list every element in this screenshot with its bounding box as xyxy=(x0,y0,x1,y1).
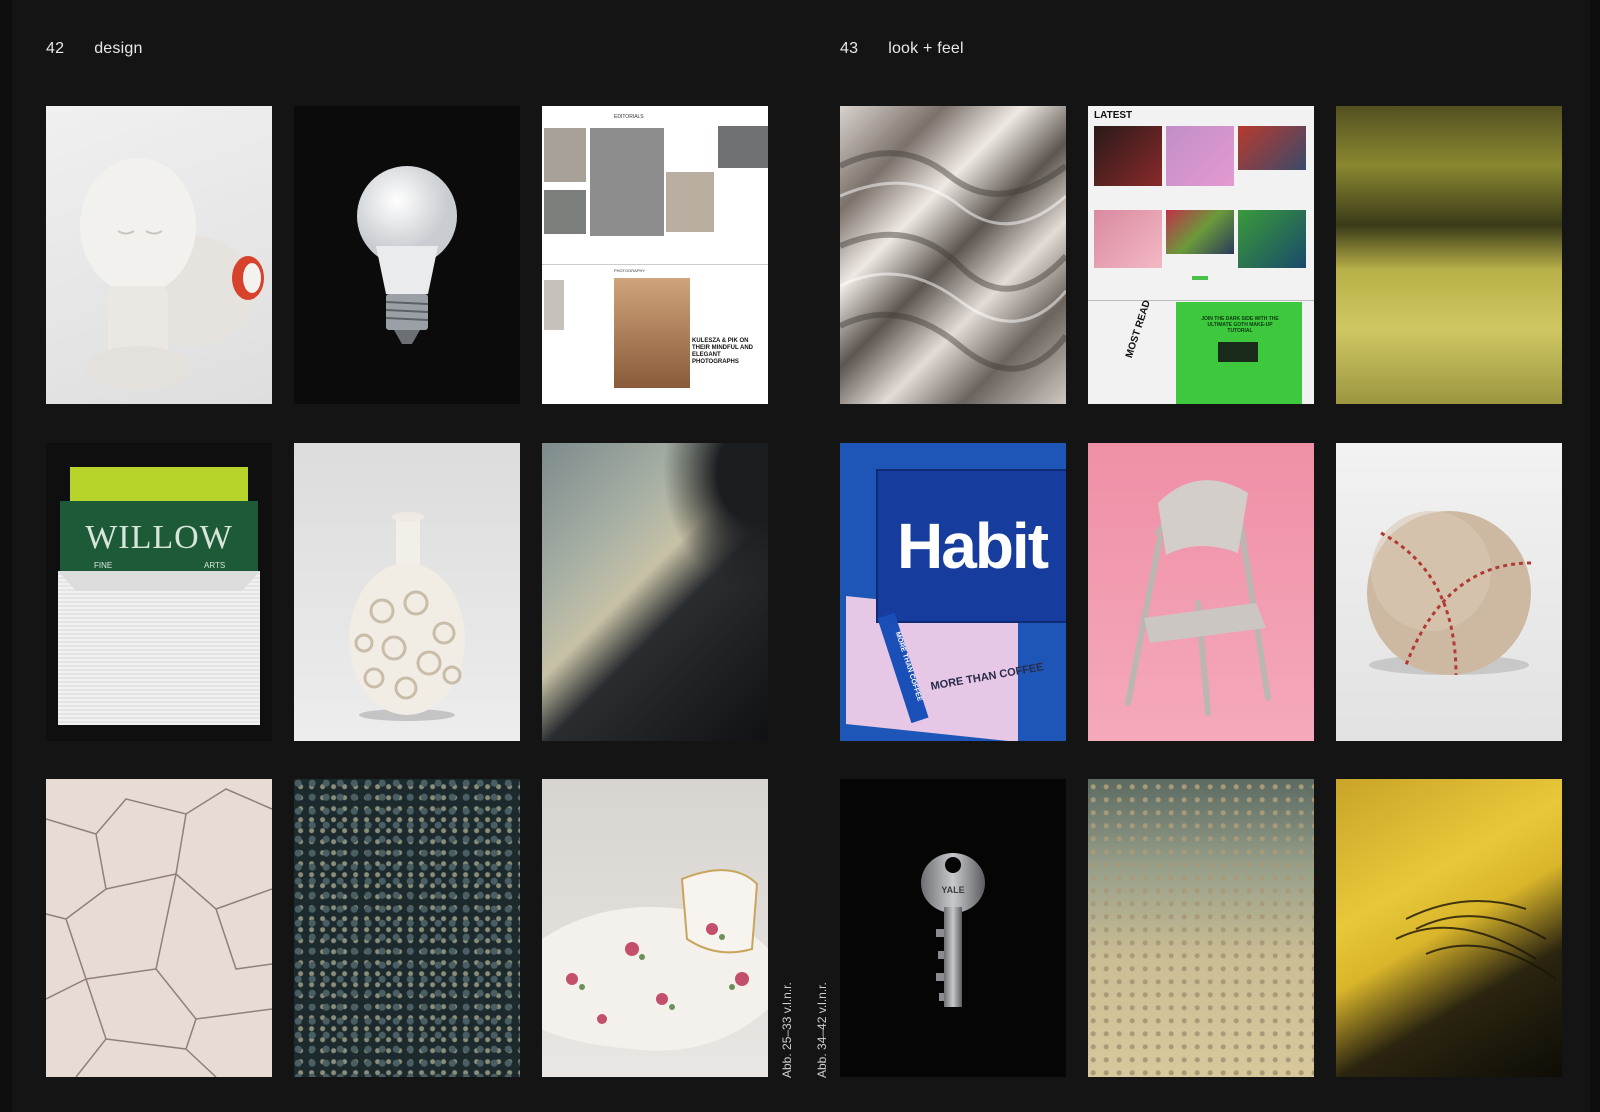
layout-photo xyxy=(590,128,664,236)
image-habit-coffee-box: Habit MORE THAN COFFEE MORE THAN COFFEE xyxy=(840,443,1066,741)
image-magazine-editorials-layout: EDITORIALS PHOTOGRAPHY KULESZA & PIK ON … xyxy=(542,106,768,404)
layout-divider xyxy=(1088,300,1314,301)
image-liquid-chrome xyxy=(840,106,1066,404)
glaze-shadow xyxy=(662,443,768,593)
card-sub-right: ARTS xyxy=(204,561,226,570)
page-header-left: 42 design xyxy=(46,40,143,58)
layout-photo xyxy=(544,128,586,182)
spread-right-edge xyxy=(1590,0,1600,1112)
layout-photo xyxy=(1094,126,1162,186)
image-glaze-closeup-cream xyxy=(1088,779,1314,1077)
card-sub-left: FINE xyxy=(94,561,113,570)
page-title: look + feel xyxy=(888,40,964,57)
layout-photo xyxy=(1238,210,1306,268)
layout-photo xyxy=(614,278,690,388)
layout-button xyxy=(1192,276,1208,280)
page-header-right: 43 look + feel xyxy=(840,40,964,58)
image-latest-news-layout: LATEST MOST READ JOIN THE DARK SIDE WITH… xyxy=(1088,106,1314,404)
image-olive-glass xyxy=(1336,106,1562,404)
image-textured-ceramic-vase xyxy=(294,443,520,741)
image-yale-key: YALE xyxy=(840,779,1066,1077)
image-glaze-closeup-blue xyxy=(542,443,768,741)
figure-caption-right: Abb. 34–42 v.l.n.r. xyxy=(815,982,829,1078)
image-yellow-black-glass xyxy=(1336,779,1562,1077)
figure-caption-left: Abb. 25–33 v.l.n.r. xyxy=(780,982,794,1078)
layout-headline: KULESZA & PIK ON THEIR MINDFUL AND ELEGA… xyxy=(692,338,753,365)
layout-heading: EDITORIALS xyxy=(614,114,644,120)
layout-photo xyxy=(1238,126,1306,170)
card-brand: WILLOW xyxy=(85,519,233,556)
layout-heading: LATEST xyxy=(1094,110,1133,121)
image-worn-baseball xyxy=(1336,443,1562,741)
key-brand: YALE xyxy=(941,885,965,895)
layout-photo xyxy=(1166,126,1234,186)
layout-sidebar: MOST READ xyxy=(1124,298,1154,360)
page-number: 42 xyxy=(46,40,65,57)
green-promo-title: JOIN THE DARK SIDE WITH THE ULTIMATE GOT… xyxy=(1201,316,1279,334)
image-folding-chair-pink xyxy=(1088,443,1314,741)
layout-photo xyxy=(718,126,768,168)
layout-photo xyxy=(1166,210,1234,254)
spread-left-edge xyxy=(0,0,12,1112)
layout-photo xyxy=(544,280,564,330)
image-willow-fine-arts-card: WILLOW FINE ARTS xyxy=(46,443,272,741)
layout-photo xyxy=(666,172,714,232)
image-porcelain-baby-head xyxy=(46,106,272,404)
layout-section: PHOTOGRAPHY xyxy=(614,268,646,273)
image-melted-porcelain-cup xyxy=(542,779,768,1077)
image-crackle-glaze-dark xyxy=(294,779,520,1077)
layout-photo xyxy=(544,190,586,234)
page-title: design xyxy=(94,40,143,57)
layout-photo xyxy=(1094,210,1162,268)
page-number: 43 xyxy=(840,40,859,57)
layout-photo xyxy=(1218,342,1258,362)
box-brand: Habit xyxy=(897,510,1049,582)
layout-divider xyxy=(542,264,768,265)
image-cracked-earth xyxy=(46,779,272,1077)
image-light-bulb xyxy=(294,106,520,404)
envelope xyxy=(58,571,260,725)
